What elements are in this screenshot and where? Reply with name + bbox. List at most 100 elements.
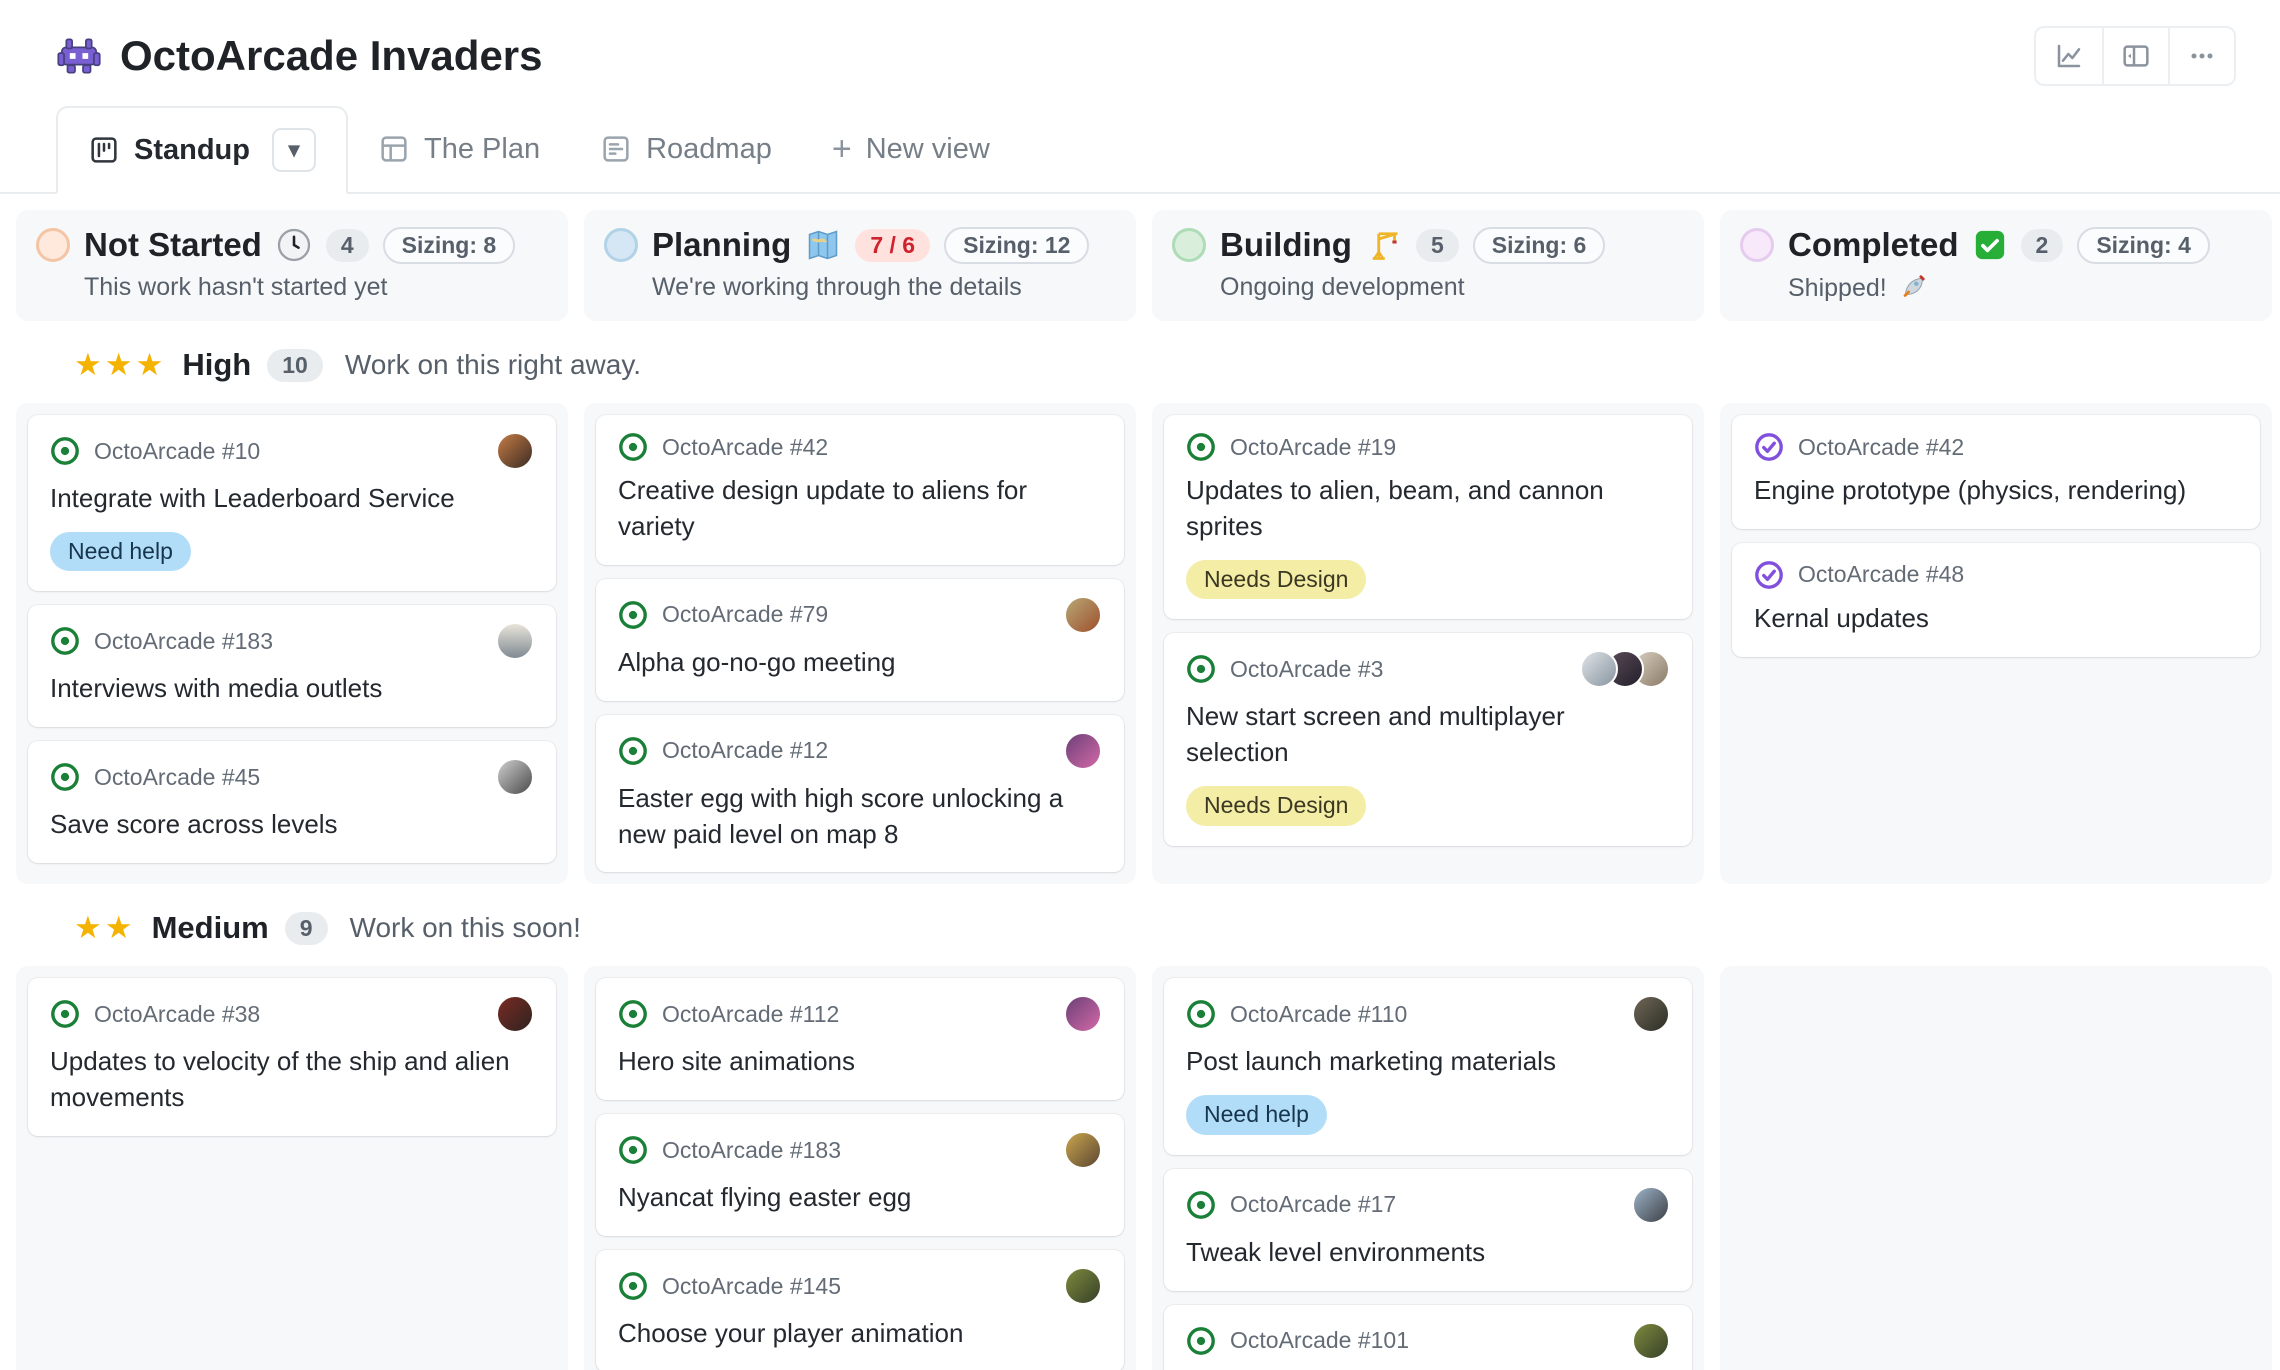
issue-open-icon [618, 600, 648, 630]
card-octoarcade-112[interactable]: OctoArcade #112 Hero site animations [596, 978, 1124, 1100]
issue-open-icon [50, 436, 80, 466]
column-count: 2 [2021, 229, 2064, 262]
column-count: 4 [326, 229, 369, 262]
group-hint: Work on this right away. [345, 349, 641, 381]
assignee-avatar [1064, 732, 1102, 770]
column-title: Not Started [84, 226, 262, 264]
card-issue-id: OctoArcade #79 [662, 601, 1050, 628]
column-header-building: Building 5 Sizing: 6 Ongoing development [1152, 210, 1704, 321]
project-title-row: OctoArcade Invaders [56, 32, 543, 80]
column-sizing: Sizing: 4 [2077, 227, 2210, 264]
card-issue-id: OctoArcade #45 [94, 764, 482, 791]
column-count-over-limit: 7 / 6 [855, 229, 930, 262]
card-title: Hero site animations [618, 1044, 1102, 1080]
assignee-avatar [1064, 995, 1102, 1033]
lane-completed-high: OctoArcade #42 Engine prototype (physics… [1720, 403, 2272, 884]
column-title: Planning [652, 226, 791, 264]
lane-building-medium: OctoArcade #110 Post launch marketing ma… [1152, 966, 1704, 1370]
issue-open-icon [1186, 1190, 1216, 1220]
column-title: Building [1220, 226, 1352, 264]
issue-open-icon [618, 432, 648, 462]
card-title: New start screen and multiplayer selecti… [1186, 699, 1670, 771]
card-title: Nyancat flying easter egg [618, 1180, 1102, 1216]
group-row-medium[interactable]: ★★ Medium 9 Work on this soon! [16, 884, 2264, 966]
issue-open-icon [50, 999, 80, 1029]
tab-label: Roadmap [646, 133, 772, 166]
card-octoarcade-145[interactable]: OctoArcade #145 Choose your player anima… [596, 1250, 1124, 1370]
card-octoarcade-45[interactable]: OctoArcade #45 Save score across levels [28, 741, 556, 863]
new-view-button[interactable]: + New view [802, 106, 1020, 192]
card-octoarcade-19[interactable]: OctoArcade #19 Updates to alien, beam, a… [1164, 415, 1692, 619]
more-options-button[interactable] [2168, 28, 2234, 84]
card-octoarcade-48[interactable]: OctoArcade #48 Kernal updates [1732, 543, 2260, 657]
assignee-avatar [1632, 1322, 1670, 1360]
card-octoarcade-3-building[interactable]: OctoArcade #3 New start screen and multi… [1164, 633, 1692, 845]
card-issue-id: OctoArcade #183 [94, 628, 482, 655]
tab-the-plan[interactable]: The Plan [348, 106, 570, 192]
card-title: Creative design update to aliens for var… [618, 473, 1102, 545]
card-title: Updates to velocity of the ship and alie… [50, 1044, 534, 1116]
label-need-help: Need help [1186, 1095, 1327, 1135]
card-octoarcade-79[interactable]: OctoArcade #79 Alpha go-no-go meeting [596, 579, 1124, 701]
lane-planning-high: OctoArcade #42 Creative design update to… [584, 403, 1136, 884]
assignee-avatar [496, 758, 534, 796]
column-sizing: Sizing: 6 [1473, 227, 1606, 264]
card-octoarcade-42-completed[interactable]: OctoArcade #42 Engine prototype (physics… [1732, 415, 2260, 529]
plus-icon: + [832, 130, 852, 169]
card-issue-id: OctoArcade #112 [662, 1001, 1050, 1028]
card-octoarcade-10[interactable]: OctoArcade #10 Integrate with Leaderboar… [28, 415, 556, 591]
column-count: 5 [1416, 229, 1459, 262]
issue-open-icon [618, 736, 648, 766]
tab-roadmap[interactable]: Roadmap [570, 106, 802, 192]
page-title: OctoArcade Invaders [120, 32, 543, 80]
card-issue-id: OctoArcade #42 [1798, 434, 2238, 461]
card-title: Integrate with Leaderboard Service [50, 481, 534, 517]
tab-label: The Plan [424, 133, 540, 166]
group-title: Medium [152, 910, 269, 946]
medium-lanes: OctoArcade #38 Updates to velocity of th… [16, 966, 2264, 1370]
card-octoarcade-38[interactable]: OctoArcade #38 Updates to velocity of th… [28, 978, 556, 1136]
card-issue-id: OctoArcade #145 [662, 1273, 1050, 1300]
card-octoarcade-110[interactable]: OctoArcade #110 Post launch marketing ma… [1164, 978, 1692, 1154]
card-title: Save score across levels [50, 807, 534, 843]
card-octoarcade-183[interactable]: OctoArcade #183 Interviews with media ou… [28, 605, 556, 727]
line-chart-icon [2053, 40, 2085, 72]
assignee-avatar [1632, 1186, 1670, 1224]
side-panel-button[interactable] [2102, 28, 2168, 84]
view-options-caret-button[interactable]: ▾ [272, 128, 316, 172]
issue-open-icon [1186, 654, 1216, 684]
issue-closed-icon [1754, 432, 1784, 462]
card-title: Updates to alien, beam, and cannon sprit… [1186, 473, 1670, 545]
card-title: Tweak level environments [1186, 1235, 1670, 1271]
column-header-completed: Completed 2 Sizing: 4 Shipped! [1720, 210, 2272, 321]
group-count: 9 [285, 912, 328, 945]
card-octoarcade-101[interactable]: OctoArcade #101 Alien noise renders [1164, 1305, 1692, 1370]
lane-building-high: OctoArcade #19 Updates to alien, beam, a… [1152, 403, 1704, 884]
ellipsis-icon [2186, 40, 2218, 72]
roadmap-icon [600, 133, 632, 165]
column-title: Completed [1788, 226, 1959, 264]
card-octoarcade-17[interactable]: OctoArcade #17 Tweak level environments [1164, 1169, 1692, 1291]
issue-open-icon [1186, 999, 1216, 1029]
card-issue-id: OctoArcade #12 [662, 737, 1050, 764]
card-octoarcade-183-planning[interactable]: OctoArcade #183 Nyancat flying easter eg… [596, 1114, 1124, 1236]
assignee-avatar [1064, 1131, 1102, 1169]
project-board-icon [88, 134, 120, 166]
group-title: High [182, 347, 251, 383]
group-hint: Work on this soon! [350, 912, 581, 944]
label-needs-design: Needs Design [1186, 560, 1366, 600]
status-dot-building [1172, 228, 1206, 262]
side-panel-icon [2120, 40, 2152, 72]
project-board: Not Started 4 Sizing: 8 This work hasn't… [0, 194, 2280, 1370]
card-title: Engine prototype (physics, rendering) [1754, 473, 2238, 509]
group-count: 10 [267, 349, 323, 382]
card-octoarcade-12[interactable]: OctoArcade #12 Easter egg with high scor… [596, 715, 1124, 873]
card-issue-id: OctoArcade #48 [1798, 561, 2238, 588]
column-subtitle: This work hasn't started yet [84, 273, 548, 302]
group-row-high[interactable]: ★★★ High 10 Work on this right away. [16, 321, 2264, 403]
clock-emoji-icon [276, 227, 312, 263]
card-octoarcade-42-planning[interactable]: OctoArcade #42 Creative design update to… [596, 415, 1124, 565]
issue-closed-icon [1754, 560, 1784, 590]
tab-standup[interactable]: Standup ▾ [56, 106, 348, 194]
insights-button[interactable] [2036, 28, 2102, 84]
